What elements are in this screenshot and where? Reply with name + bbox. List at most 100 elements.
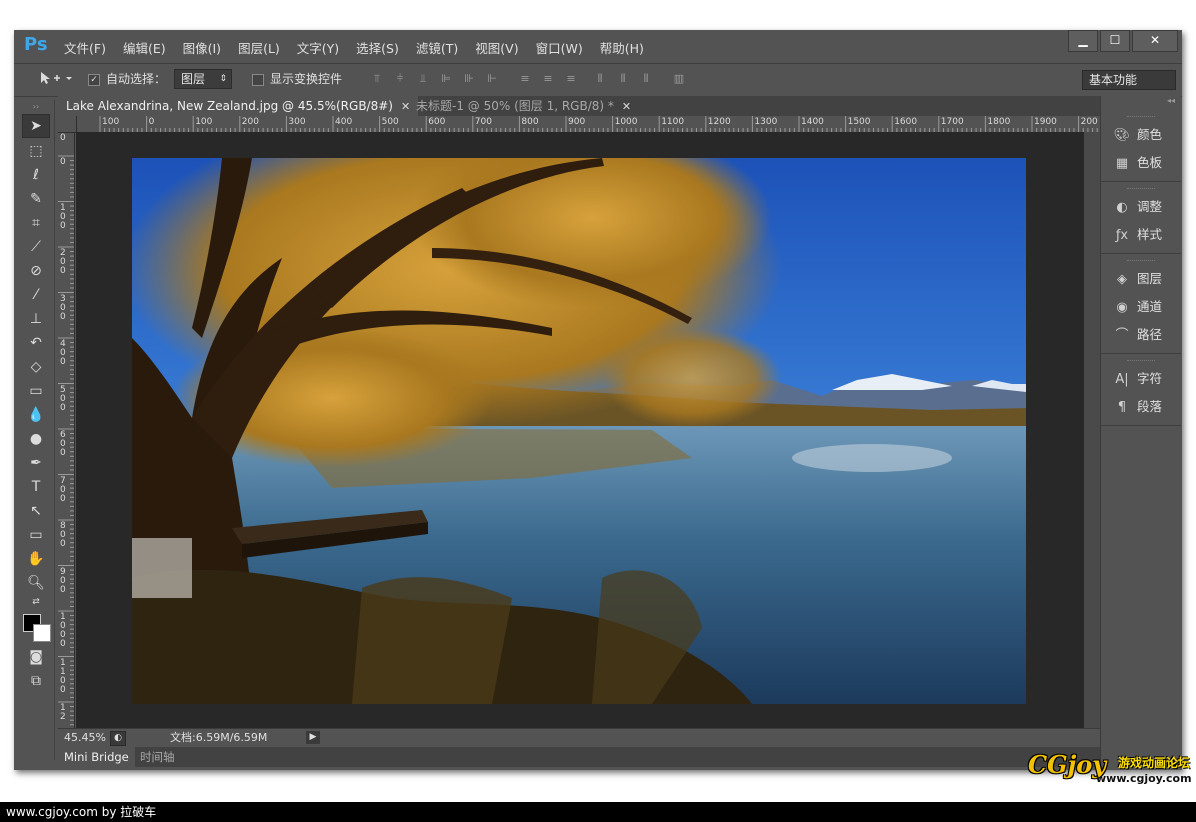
ruler-origin[interactable] — [58, 116, 77, 133]
path-select-tool[interactable]: ↖ — [23, 500, 49, 522]
quick-select-tool[interactable]: ✎ — [23, 188, 49, 210]
swap-colors-button[interactable]: ⇄ — [23, 596, 49, 608]
tab-mini-bridge[interactable]: Mini Bridge — [58, 747, 135, 767]
ruler-h-label: 1500 — [847, 117, 871, 127]
panel-character[interactable]: A| 字符 — [1101, 365, 1181, 393]
ruler-h-label: 1000 — [614, 117, 638, 127]
canvas-area[interactable] — [76, 132, 1084, 728]
minimize-button[interactable]: ▁ — [1068, 30, 1098, 52]
menu-filter[interactable]: 滤镜(T) — [416, 38, 458, 57]
move-icon: ➤ — [30, 118, 42, 134]
ps-logo: Ps — [24, 34, 48, 55]
color-swatches[interactable] — [21, 612, 51, 642]
panel-styles[interactable]: ƒx 样式 — [1101, 221, 1181, 249]
pen-tool[interactable]: ✒ — [23, 452, 49, 474]
document-image[interactable] — [132, 158, 1026, 704]
hand-tool[interactable]: ✋ — [23, 548, 49, 570]
menu-layer[interactable]: 图层(L) — [238, 38, 280, 57]
align-vcenter-icon[interactable]: ⫩ — [393, 72, 407, 86]
ruler-v-label: 800 — [60, 521, 66, 549]
zoom-level[interactable]: 45.45% — [64, 729, 106, 747]
pen-icon: ✒ — [30, 455, 42, 471]
lasso-tool[interactable]: ℓ — [23, 164, 49, 186]
lasso-icon: ℓ — [33, 167, 39, 183]
quick-mask-button[interactable]: ◙ — [23, 646, 49, 668]
type-tool[interactable]: T — [23, 476, 49, 498]
tab-timeline[interactable]: 时间轴 — [134, 747, 181, 767]
align-hcenter-icon[interactable]: ⊪ — [462, 72, 476, 86]
distribute-right-icon[interactable]: ⦀ — [639, 72, 653, 86]
zoom-tool[interactable]: 🔍︎ — [23, 572, 49, 594]
layers-icon: ◈ — [1117, 272, 1127, 287]
menu-view[interactable]: 视图(V) — [475, 38, 518, 57]
panel-adjustments[interactable]: ◐ 调整 — [1101, 193, 1181, 221]
panel-channels[interactable]: ◉ 通道 — [1101, 293, 1181, 321]
collapse-panels-icon[interactable]: ◂◂ — [1101, 96, 1181, 110]
stamp-tool[interactable]: ⊥ — [23, 308, 49, 330]
brush-tool[interactable]: ⁄ — [23, 284, 49, 306]
workspace-switcher[interactable]: 基本功能 — [1082, 70, 1176, 90]
align-right-icon[interactable]: ⊩ — [485, 72, 499, 86]
panel-paragraph[interactable]: ¶ 段落 — [1101, 393, 1181, 421]
options-bar: ✓ 自动选择： 图层 ⇕ 显示变换控件 ⫪ ⫩ ⫫ ⊫ ⊪ ⊩ ≡ ≡ ≡ ⦀ ⦀… — [14, 63, 1182, 97]
align-bottom-icon[interactable]: ⫫ — [416, 72, 430, 86]
vertical-scrollbar[interactable] — [1084, 132, 1100, 728]
eyedropper-icon: ⟋ — [31, 239, 41, 255]
status-menu-arrow-icon[interactable]: ▶ — [306, 731, 320, 744]
toolbox: ›› ➤ ⬚ ℓ ✎ ⌗ ⟋ ⊘ ⁄ ⊥ ↶ ◇ ▭ 💧 ● ✒ T ↖ ▭ ✋… — [18, 100, 55, 760]
maximize-button[interactable]: ☐ — [1100, 30, 1130, 52]
screen-mode-icon: ⧉ — [31, 673, 41, 689]
ruler-h-label: 800 — [521, 117, 539, 127]
menu-image[interactable]: 图像(I) — [183, 38, 221, 57]
dodge-tool[interactable]: ● — [23, 428, 49, 450]
history-brush-tool[interactable]: ↶ — [23, 332, 49, 354]
tab-lake-alexandrina[interactable]: Lake Alexandrina, New Zealand.jpg @ 45.5… — [58, 96, 419, 116]
panel-swatches[interactable]: ▦ 色板 — [1101, 149, 1181, 177]
distribute-vcenter-icon[interactable]: ≡ — [541, 72, 555, 86]
panel-color[interactable]: 🎨︎ 颜色 — [1101, 121, 1181, 149]
menu-type[interactable]: 文字(Y) — [297, 38, 339, 57]
align-left-icon[interactable]: ⊫ — [439, 72, 453, 86]
show-transform-label: 显示变换控件 — [270, 72, 343, 86]
toolbox-grip-icon[interactable]: ›› — [23, 102, 49, 112]
blur-tool[interactable]: 💧 — [23, 404, 49, 426]
distribute-hcenter-icon[interactable]: ⦀ — [616, 72, 630, 86]
type-icon: T — [31, 479, 41, 495]
gradient-tool[interactable]: ▭ — [23, 380, 49, 402]
auto-align-icon[interactable]: ▥ — [672, 72, 686, 86]
status-info-icon[interactable]: ◐ — [110, 731, 126, 746]
panel-label: 通道 — [1137, 299, 1163, 314]
distribute-bottom-icon[interactable]: ≡ — [564, 72, 578, 86]
distribute-left-icon[interactable]: ⦀ — [593, 72, 607, 86]
crop-tool[interactable]: ⌗ — [23, 212, 49, 234]
photoshop-window: Ps 文件(F) 编辑(E) 图像(I) 图层(L) 文字(Y) 选择(S) 滤… — [14, 30, 1182, 770]
move-tool[interactable]: ➤ — [22, 114, 50, 138]
show-transform-checkbox[interactable]: 显示变换控件 — [252, 70, 342, 88]
footer-credit: www.cgjoy.com by 拉破车 — [0, 802, 1196, 822]
menu-edit[interactable]: 编辑(E) — [123, 38, 166, 57]
tab-untitled-1[interactable]: 未标题-1 @ 50% (图层 1, RGB/8) * ✕ — [408, 96, 639, 116]
checkmark-icon: ✓ — [88, 73, 100, 86]
menu-select[interactable]: 选择(S) — [356, 38, 399, 57]
eyedropper-tool[interactable]: ⟋ — [23, 236, 49, 258]
move-tool-icon[interactable] — [38, 70, 72, 88]
auto-select-dropdown[interactable]: 图层 ⇕ — [174, 69, 232, 89]
menu-help[interactable]: 帮助(H) — [600, 38, 644, 57]
close-button[interactable]: ✕ — [1132, 30, 1178, 52]
screen-mode-button[interactable]: ⧉ — [23, 670, 49, 692]
close-tab-icon[interactable]: ✕ — [622, 100, 631, 113]
eraser-tool[interactable]: ◇ — [23, 356, 49, 378]
shape-tool[interactable]: ▭ — [23, 524, 49, 546]
drop-icon: 💧 — [27, 407, 45, 423]
marquee-tool[interactable]: ⬚ — [23, 140, 49, 162]
panel-group-text: A| 字符 ¶ 段落 — [1101, 354, 1181, 426]
auto-select-checkbox[interactable]: ✓ 自动选择： — [88, 70, 166, 88]
menu-file[interactable]: 文件(F) — [64, 38, 106, 57]
panel-paths[interactable]: ⌒ 路径 — [1101, 321, 1181, 349]
background-color[interactable] — [33, 624, 51, 642]
align-top-icon[interactable]: ⫪ — [370, 72, 384, 86]
panel-layers[interactable]: ◈ 图层 — [1101, 265, 1181, 293]
distribute-top-icon[interactable]: ≡ — [518, 72, 532, 86]
healing-tool[interactable]: ⊘ — [23, 260, 49, 282]
menu-window[interactable]: 窗口(W) — [536, 38, 583, 57]
